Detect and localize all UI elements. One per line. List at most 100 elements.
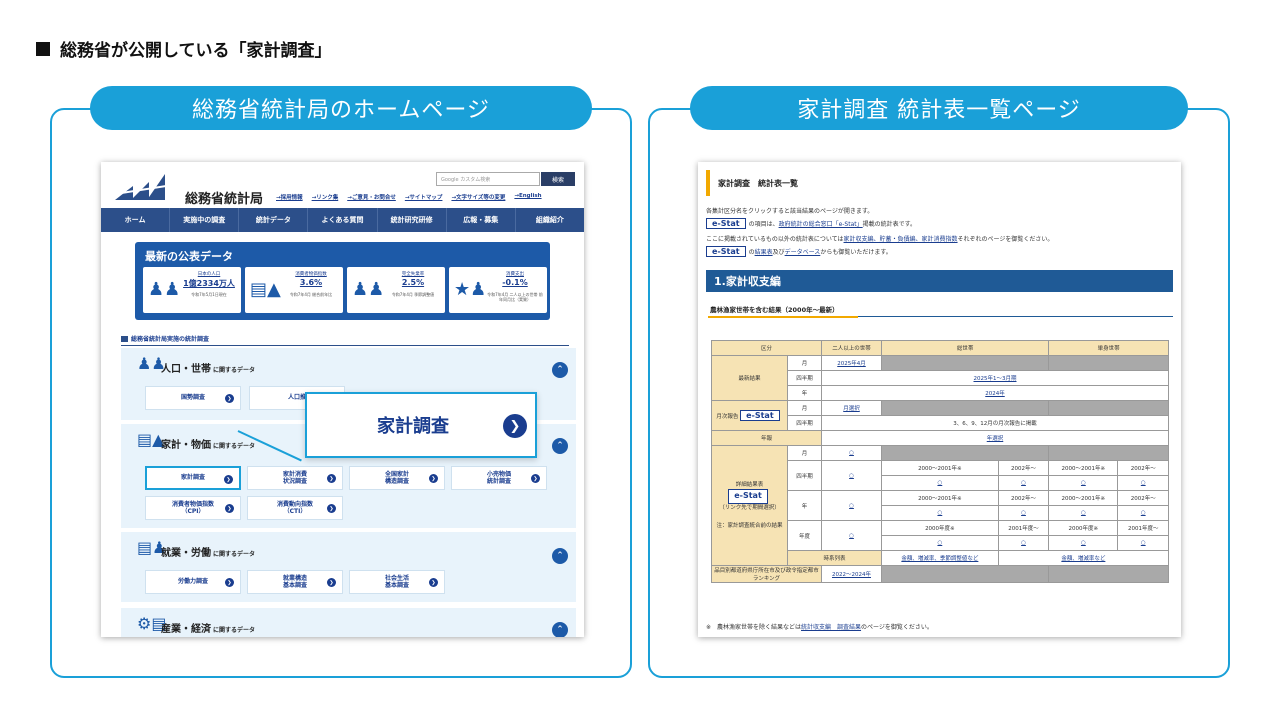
- stat-label: 完全失業率: [401, 272, 425, 277]
- stat-label: 消費支出: [506, 272, 524, 277]
- site-name: 総務省統計局: [185, 192, 264, 207]
- nav-statistics-data[interactable]: 統計データ: [239, 208, 309, 232]
- arrow-right-icon: ❯: [224, 475, 233, 484]
- search-button[interactable]: 検索: [541, 172, 575, 186]
- intro-line-4: e-Stat の結果表及びデータベースからも御覧いただけます。: [706, 246, 892, 257]
- stat-note: 令和7年4月 季節調整値: [391, 292, 435, 297]
- statistics-table-list-screenshot: 家計調査 統計表一覧 各集計区分名をクリックすると該当結果のページが開きます。 …: [698, 162, 1181, 637]
- category-title: 就業・労働 に関するデータ: [161, 548, 256, 559]
- arrow-right-icon: ❯: [225, 504, 234, 513]
- arrow-right-icon: ❯: [503, 414, 527, 438]
- timeseries-link-two-plus[interactable]: 金額、増減率、季節調整値など: [881, 550, 999, 566]
- stat-card-population[interactable]: ♟♟ 日本の人口 1億2334万人 令和7年5月1日現在: [143, 267, 241, 313]
- latest-year-link[interactable]: 2024年: [821, 385, 1169, 401]
- subheading: 農林漁家世帯を含む結果（2000年～最新）: [710, 306, 839, 314]
- workers-icon: ♟♟: [352, 279, 385, 300]
- util-link-english[interactable]: →English: [514, 193, 541, 201]
- database-link[interactable]: データベース: [785, 249, 821, 256]
- util-link-links[interactable]: →リンク集: [312, 193, 339, 201]
- chevron-up-icon[interactable]: ⌃: [552, 548, 568, 564]
- result-table-link[interactable]: 結果表: [755, 249, 773, 256]
- util-link-recruit[interactable]: →採用情報: [276, 193, 303, 201]
- intro-line-3: ここに掲載されているもの以外の統計表については家計収支編、貯蓄・負債編、家計消費…: [706, 236, 1054, 243]
- nav-organization[interactable]: 組織紹介: [516, 208, 584, 232]
- table-row: 詳細結果表 e-Stat （リンク先で期間選択） 注：家計調査統合前の結果 月 …: [711, 445, 1169, 566]
- arrow-right-icon: ❯: [225, 394, 234, 403]
- arrow-right-icon: ❯: [327, 474, 336, 483]
- survey-button-census[interactable]: 国勢調査 ❯: [145, 386, 241, 410]
- arrow-right-icon: ❯: [531, 474, 540, 483]
- stat-card-unemployment[interactable]: ♟♟ 完全失業率 2.5% 令和7年4月 季節調整値: [347, 267, 445, 313]
- intro-line-1: 各集計区分名をクリックすると該当結果のページが開きます。: [706, 208, 874, 215]
- stat-card-consumption[interactable]: ★♟ 消費支出 -0.1% 令和7年4月 二人以上の世帯 前年同月比（実質）: [449, 267, 547, 313]
- utility-links: →採用情報 →リンク集 →ご意見・お問合せ →サイトマップ →文字サイズ等の変更…: [276, 193, 542, 201]
- month-select-link[interactable]: 月選択: [821, 400, 882, 416]
- arrow-right-icon: ❯: [429, 474, 438, 483]
- arrow-right-icon: ❯: [225, 578, 234, 587]
- survey-button-national-survey[interactable]: 全国家計 構造調査 ❯: [349, 466, 445, 490]
- stat-value: -0.1%: [502, 278, 528, 287]
- subheading-rule: [858, 316, 1173, 317]
- category-title: 産業・経済 に関するデータ: [161, 624, 256, 635]
- nav-training[interactable]: 統計研究研修: [378, 208, 447, 232]
- estat-link[interactable]: 政府統計の総合窓口「e-Stat」: [779, 221, 863, 228]
- latest-data-banner: 最新の公表データ ♟♟ 日本の人口 1億2334万人 令和7年5月1日現在 ▤▲…: [135, 242, 550, 320]
- latest-quarter-link[interactable]: 2025年1～3月期: [821, 370, 1169, 386]
- section-strip: 総務省統計局実施の統計調査: [121, 334, 569, 346]
- family-income-survey-callout[interactable]: 家計調査 ❯: [305, 392, 537, 458]
- stat-note: 令和7年4月 二人以上の世帯 前年同月比（実質）: [487, 292, 543, 303]
- left-panel-pill: 総務省統計局のホームページ: [90, 86, 592, 130]
- year-select-link[interactable]: 年選択: [821, 430, 1169, 446]
- stat-note: 令和7年5月1日現在: [191, 292, 227, 297]
- square-bullet-icon: [36, 41, 50, 56]
- survey-button-cpi[interactable]: 消費者物価指数 （CPI） ❯: [145, 496, 241, 520]
- stat-card-cpi[interactable]: ▤▲ 消費者物価指数 3.6% 令和7年4月 総合前年比: [245, 267, 343, 313]
- callout-label: 家計調査: [377, 416, 449, 437]
- util-link-contact[interactable]: →ご意見・お問合せ: [347, 193, 396, 201]
- stat-note: 令和7年4月 総合前年比: [289, 292, 333, 297]
- footnote: ※ 農林漁家世帯を除く結果などは統計収支編 調査結果のページを御覧ください。: [706, 624, 933, 631]
- other-editions-links[interactable]: 家計収支編、貯蓄・負債編、家計消費指数: [844, 236, 958, 243]
- stat-value: 1億2334万人: [183, 279, 235, 288]
- survey-button-cti[interactable]: 消費動向指数 （CTI） ❯: [247, 496, 343, 520]
- intro-line-2: e-Stat の項目は、政府統計の総合窓口「e-Stat」掲載の統計表です。: [706, 218, 916, 229]
- survey-button-household-consumption[interactable]: 家計消費 状況調査 ❯: [247, 466, 343, 490]
- table-header-row: 区分 二人以上の世帯 総世帯 単身世帯: [711, 340, 1169, 356]
- survey-button-employment-structure[interactable]: 就業構造 基本調査 ❯: [247, 570, 343, 594]
- ranking-link[interactable]: 2022～2024年: [821, 565, 882, 583]
- spending-icon: ★♟: [454, 279, 487, 300]
- stat-label: 消費者物価指数: [295, 272, 327, 277]
- nav-ongoing-surveys[interactable]: 実施中の調査: [170, 208, 240, 232]
- latest-month-link[interactable]: 2025年4月: [821, 355, 882, 371]
- stat-label: 日本の人口: [197, 272, 221, 277]
- util-link-sitemap[interactable]: →サイトマップ: [405, 193, 443, 201]
- survey-button-retail-price[interactable]: 小売物価 統計調査 ❯: [451, 466, 547, 490]
- section-bar: 1.家計収支編: [706, 270, 1173, 292]
- table-row: 年報 年選択: [711, 430, 1169, 446]
- nav-home[interactable]: ホーム: [101, 208, 171, 232]
- estat-logo: e-Stat: [740, 410, 780, 421]
- chevron-up-icon[interactable]: ⌃: [552, 362, 568, 378]
- chevron-up-icon[interactable]: ⌃: [552, 622, 568, 637]
- arrow-right-icon: ❯: [429, 578, 438, 587]
- survey-button-social-life[interactable]: 社会生活 基本調査 ❯: [349, 570, 445, 594]
- page-title-text: 総務省が公開している「家計調査」: [60, 41, 332, 61]
- table-row: 品目別都道府県庁所在市及び政令指定都市ランキング 2022～2024年: [711, 565, 1169, 583]
- stat-value: 3.6%: [299, 278, 323, 287]
- nav-pr[interactable]: 広報・募集: [447, 208, 516, 232]
- footnote-link[interactable]: 統計収支編 調査結果: [801, 624, 861, 631]
- survey-button-family-income[interactable]: 家計調査 ❯: [145, 466, 241, 490]
- category-labour: ▤♟ 就業・労働 に関するデータ ⌃ 労働力調査 ❯ 就業構造 基本調査 ❯ 社会生活…: [121, 532, 576, 602]
- stat-bureau-logo-icon: [115, 174, 179, 200]
- subheading-underline: [708, 316, 858, 318]
- people-icon: ♟♟: [148, 279, 181, 300]
- search-input[interactable]: Google カスタム検索: [436, 172, 540, 186]
- nav-faq[interactable]: よくある質問: [308, 208, 378, 232]
- estat-logo: e-Stat: [728, 489, 768, 505]
- arrow-right-icon: ❯: [327, 504, 336, 513]
- timeseries-link-total[interactable]: 金額、増減率など: [997, 550, 1170, 566]
- chevron-up-icon[interactable]: ⌃: [552, 438, 568, 454]
- util-link-font-size[interactable]: →文字サイズ等の変更: [451, 193, 505, 201]
- stat-value: 2.5%: [401, 278, 425, 287]
- survey-button-labour-force[interactable]: 労働力調査 ❯: [145, 570, 241, 594]
